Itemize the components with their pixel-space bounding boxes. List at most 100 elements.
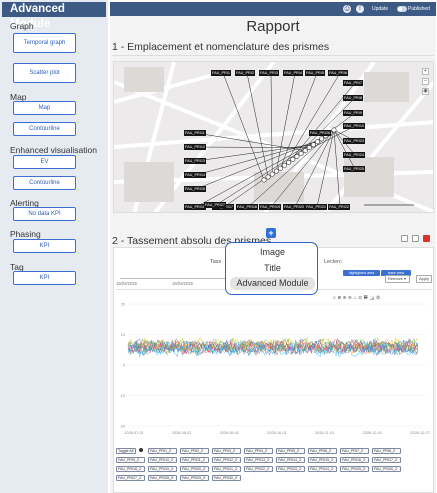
prism-label: FAU_PRI6 [328, 70, 348, 76]
prism-label: FAU_PRI15 [184, 186, 207, 192]
legend-item[interactable]: FAU_PRI10_Z [148, 457, 177, 463]
legend-item[interactable]: FAU_PRI14_Z [276, 457, 305, 463]
prism-marker[interactable] [315, 139, 321, 145]
edit-icon[interactable] [401, 235, 408, 242]
apply-button[interactable]: Apply [416, 275, 432, 283]
tag-kpi-button[interactable]: KPI [13, 271, 76, 285]
legend-item[interactable]: FAU_PRI13_Z [244, 457, 273, 463]
phasing-kpi-button[interactable]: KPI [13, 239, 76, 253]
y-tick-label: 0 [123, 364, 125, 368]
prism-marker[interactable] [306, 145, 312, 151]
prism-marker[interactable] [265, 174, 271, 180]
legend-item[interactable]: FAU_PRI21_Z [212, 466, 241, 472]
scatter-plot-button[interactable]: Scatter plot [13, 63, 76, 83]
legend-item[interactable]: FAU_PRI16_Z [340, 457, 369, 463]
facebook-icon[interactable]: f [356, 5, 364, 13]
toggle-all-button[interactable]: Toggle All [116, 448, 136, 454]
legend-item[interactable]: FAU_PRI5_Z [276, 448, 305, 454]
legend-item[interactable]: FAU_PRI15_Z [308, 457, 337, 463]
legend-item[interactable]: FAU_PRI7_Z [340, 448, 369, 454]
legend-item[interactable]: FAU_PRI22_Z [244, 466, 273, 472]
settings-icon[interactable] [412, 235, 419, 242]
x-tick-label: 2026-07-01 [124, 431, 143, 435]
legend-item[interactable]: FAU_PRI28_Z [148, 475, 177, 481]
legend-item[interactable]: FAU_PRI19_Z [148, 466, 177, 472]
legend-item[interactable]: FAU_PRI4_Z [244, 448, 273, 454]
prism-marker[interactable] [294, 153, 300, 159]
mode-dropdown[interactable]: Remove ▾ [385, 275, 410, 283]
prism-marker[interactable] [286, 159, 292, 165]
prism-marker[interactable] [290, 156, 296, 162]
insert-menu-popup: Image Title Advanced Module [225, 242, 318, 295]
prism-marker[interactable] [282, 162, 288, 168]
legend-item[interactable]: FAU_PRI29_Z [180, 475, 209, 481]
save-icon[interactable]: ⎙ [343, 5, 351, 13]
insert-title-item[interactable]: Title [230, 262, 315, 275]
legend-item[interactable]: FAU_PRI1_Z [148, 448, 177, 454]
compass-icon[interactable]: ◉ [422, 88, 429, 95]
prism-marker[interactable] [298, 151, 304, 157]
sidebar-title: Advanced Module [2, 2, 106, 30]
prism-marker[interactable] [273, 168, 279, 174]
info-icon [139, 448, 143, 452]
map-building [124, 162, 174, 202]
legend-item[interactable]: FAU_PRI3_Z [212, 448, 241, 454]
legend-item[interactable]: FAU_PRI26_Z [372, 466, 401, 472]
prism-label: FAU_PRI8 [343, 95, 363, 101]
prism-marker[interactable] [331, 127, 337, 133]
map-button[interactable]: Map [13, 101, 76, 115]
legend-item[interactable]: FAU_PRI30_Z [212, 475, 241, 481]
zoom-in-icon[interactable]: + [422, 68, 429, 75]
insert-image-item[interactable]: Image [230, 246, 315, 259]
prism-map[interactable]: FAU_PRI1 FAU_PRI2 FAU_PRI3 FAU_PRI4 FAU_PRI5… [113, 61, 434, 213]
period-tag-1[interactable]: highlighted area [343, 270, 380, 276]
legend-item[interactable]: FAU_PRI17_Z [372, 457, 401, 463]
prism-label: FAU_PRI18 [236, 204, 259, 210]
prism-marker[interactable] [277, 165, 283, 171]
prism-marker[interactable] [319, 136, 325, 142]
top-bar: ⎙ f Update Published [110, 2, 436, 16]
legend-item[interactable]: FAU_PRI25_Z [340, 466, 369, 472]
settlement-chart[interactable]: 20 10 0 -10 -20 2026-07-01 2026-08-01 2026-09-0… [114, 300, 435, 450]
no-data-kpi-button[interactable]: No data KPI [13, 207, 76, 221]
prism-marker[interactable] [269, 171, 275, 177]
prism-label: FAU_PRI25 [343, 166, 366, 172]
legend-item[interactable]: FAU_PRI27_Z [116, 475, 145, 481]
y-tick-label: 20 [121, 303, 125, 307]
legend-item[interactable]: FAU_PRI24_Z [308, 466, 337, 472]
ev-button[interactable]: EV [13, 155, 76, 169]
temporal-graph-button[interactable]: Temporal graph [13, 33, 76, 53]
ev-contourline-button[interactable]: Contourline [13, 176, 76, 190]
insert-advanced-module-item[interactable]: Advanced Module [230, 277, 315, 290]
contourline-button[interactable]: Contourline [13, 122, 76, 136]
prism-label: FAU_PRI14 [184, 172, 207, 178]
published-label: Published [408, 6, 430, 12]
legend-item[interactable]: FAU_PRI20_Z [180, 466, 209, 472]
legend-item[interactable]: FAU_PRI12_Z [212, 457, 241, 463]
section-label-phasing: Phasing [10, 229, 41, 239]
legend-item[interactable]: FAU_PRI8_Z [372, 448, 401, 454]
legend-item[interactable]: FAU_PRI11_Z [180, 457, 209, 463]
range-mid-date: 16/03/2026 [172, 281, 193, 286]
update-link[interactable]: Update [372, 5, 388, 13]
range-slider-track[interactable] [120, 278, 238, 279]
prism-marker[interactable] [302, 148, 308, 154]
prism-label: FAU_PRI2 [235, 70, 255, 76]
zoom-out-icon[interactable]: − [422, 78, 429, 85]
legend-item[interactable]: FAU_PRI23_Z [276, 466, 305, 472]
prism-label: FAU_PRI20 [283, 204, 306, 210]
legend-item[interactable]: FAU_PRI6_Z [308, 448, 337, 454]
prism-label: FAU_PRI9 [343, 110, 363, 116]
prism-marker[interactable] [310, 142, 316, 148]
legend-item[interactable]: FAU_PRI18_Z [116, 466, 145, 472]
prism-label: FAU_PRI19 [259, 204, 282, 210]
delete-icon[interactable] [423, 235, 430, 242]
app-root: Advanced Module Graph Temporal graph Sca… [0, 0, 437, 493]
prism-label: FAU_PRI12 [184, 144, 207, 150]
prism-label: FAU_PRI7 [343, 80, 363, 86]
legend-item[interactable]: FAU_PRI9_Z [116, 457, 145, 463]
page-title: Rapport [246, 18, 300, 35]
legend-item[interactable]: FAU_PRI2_Z [180, 448, 209, 454]
prism-marker[interactable] [261, 177, 267, 183]
published-toggle[interactable] [397, 6, 407, 12]
